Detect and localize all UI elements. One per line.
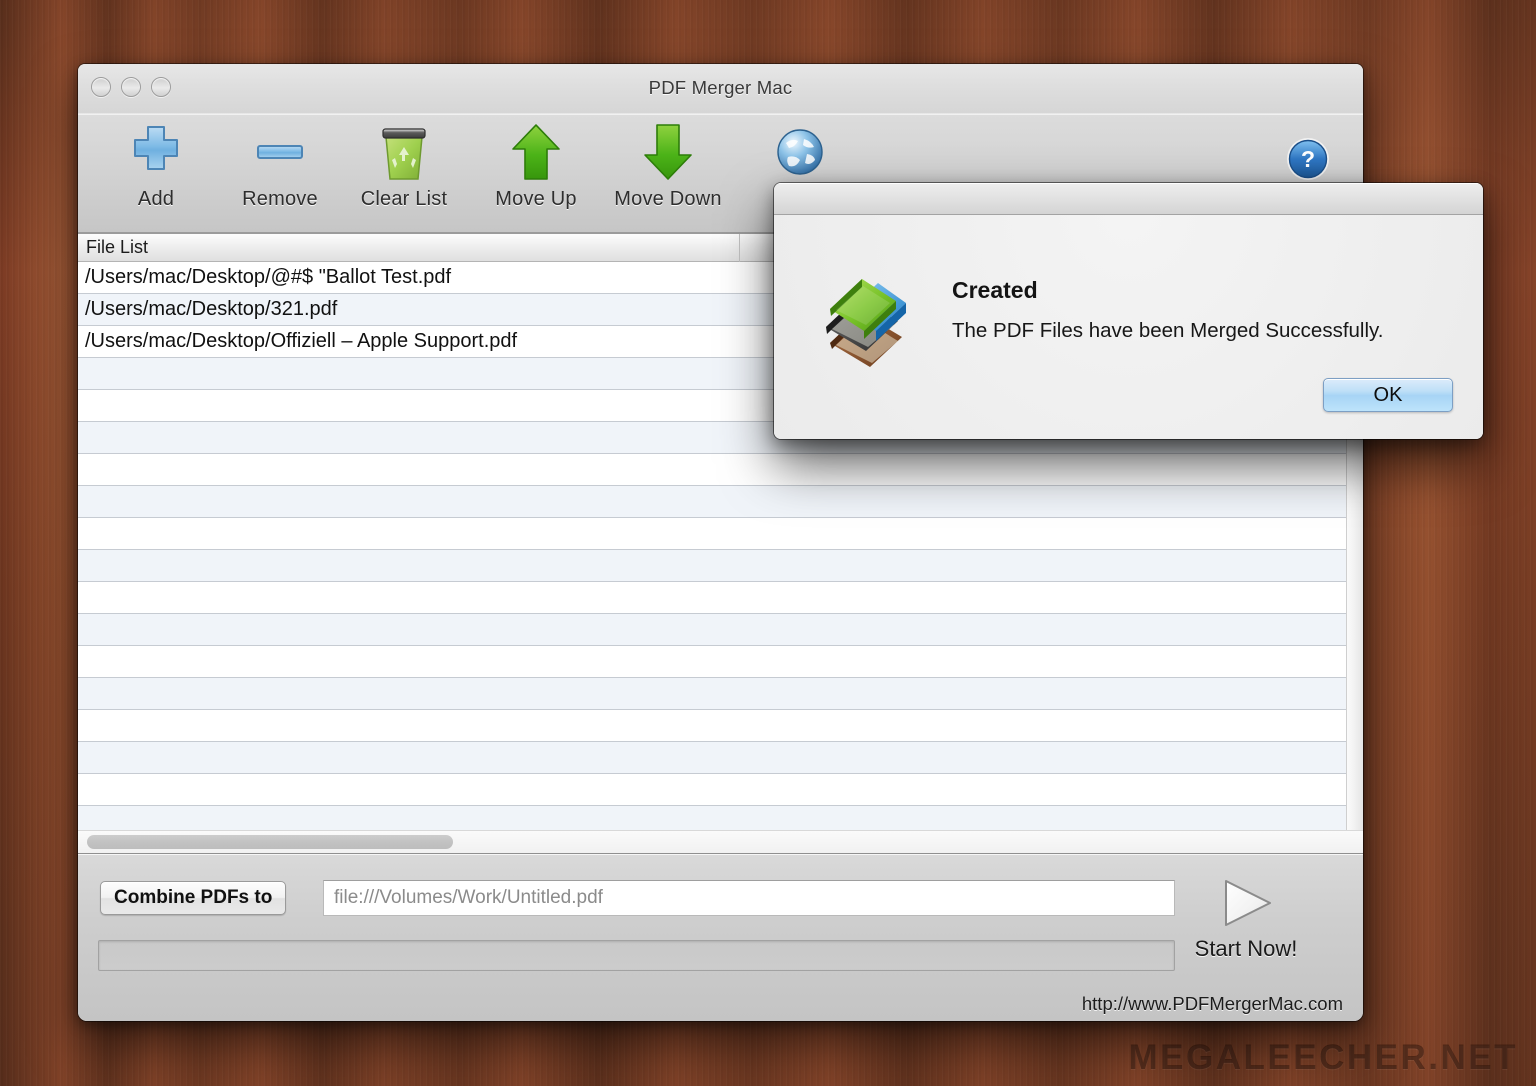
toolbar-label-remove: Remove <box>242 188 318 210</box>
toolbar-button-clear-list[interactable]: Clear List <box>336 116 472 211</box>
alert-body: Created The PDF Files have been Merged S… <box>774 215 1483 439</box>
combine-pdfs-to-button[interactable]: Combine PDFs to <box>100 881 287 915</box>
ok-button[interactable]: OK <box>1323 378 1453 412</box>
toolbar-button-move-up[interactable]: Move Up <box>468 116 604 211</box>
play-triangle-icon <box>1171 872 1321 936</box>
toolbar-button-add[interactable]: Add <box>88 116 224 211</box>
list-item-empty[interactable] <box>78 518 1363 550</box>
toolbar-label-move-down: Move Down <box>614 188 722 210</box>
toolbar-label-move-up: Move Up <box>495 188 577 210</box>
list-item-empty[interactable] <box>78 646 1363 678</box>
start-now-label: Start Now! <box>1194 936 1298 961</box>
globe-icon <box>732 116 868 188</box>
list-item-empty[interactable] <box>78 454 1363 486</box>
alert-message: The PDF Files have been Merged Successfu… <box>952 319 1384 342</box>
progress-bar <box>98 940 1175 971</box>
horizontal-scrollbar[interactable] <box>78 830 1363 853</box>
plus-icon <box>88 116 224 188</box>
alert-titlebar <box>774 183 1483 215</box>
list-item-empty[interactable] <box>78 806 1363 830</box>
window-title: PDF Merger Mac <box>648 77 793 98</box>
list-item-empty[interactable] <box>78 582 1363 614</box>
list-item-path: /Users/mac/Desktop/@#$ "Ballot Test.pdf <box>85 266 452 288</box>
svg-text:?: ? <box>1301 146 1315 172</box>
list-item-path: /Users/mac/Desktop/Offiziell – Apple Sup… <box>85 330 518 352</box>
arrow-up-icon <box>468 116 604 188</box>
output-path-input[interactable]: file:///Volumes/Work/Untitled.pdf <box>323 880 1175 916</box>
toolbar-label-clear-list: Clear List <box>360 188 448 210</box>
bottom-bar: Combine PDFs to file:///Volumes/Work/Unt… <box>78 853 1363 1021</box>
help-question-icon[interactable]: ? <box>1285 136 1331 182</box>
list-item-empty[interactable] <box>78 486 1363 518</box>
start-now-button[interactable]: Start Now! <box>1171 872 1321 962</box>
alert-dialog: Created The PDF Files have been Merged S… <box>774 183 1483 439</box>
toolbar-label-add: Add <box>137 188 175 210</box>
list-item-empty[interactable] <box>78 774 1363 806</box>
list-item-path: /Users/mac/Desktop/321.pdf <box>85 298 338 320</box>
list-item-empty[interactable] <box>78 710 1363 742</box>
list-item-empty[interactable] <box>78 678 1363 710</box>
window-titlebar: PDF Merger Mac <box>78 64 1363 114</box>
list-item-empty[interactable] <box>78 742 1363 774</box>
horizontal-scrollbar-thumb[interactable] <box>87 835 453 849</box>
toolbar-button-remove[interactable]: Remove <box>212 116 348 211</box>
ok-button-label: OK <box>1373 383 1403 406</box>
toolbar-button-move-down[interactable]: Move Down <box>600 116 736 211</box>
arrow-down-icon <box>600 116 736 188</box>
books-stack-icon <box>816 271 912 367</box>
watermark-text: MEGALEECHER.NET <box>1128 1038 1518 1077</box>
combine-pdfs-to-label: Combine PDFs to <box>114 887 273 908</box>
alert-heading: Created <box>952 277 1038 303</box>
website-link[interactable]: http://www.PDFMergerMac.com <box>1082 993 1343 1015</box>
list-item-empty[interactable] <box>78 614 1363 646</box>
list-item-empty[interactable] <box>78 550 1363 582</box>
desktop-background: MEGALEECHER.NET PDF Merger Mac Add Remov… <box>0 0 1536 1086</box>
minus-icon <box>212 116 348 188</box>
trash-icon <box>336 116 472 188</box>
file-list-header-label: File List <box>86 237 149 257</box>
